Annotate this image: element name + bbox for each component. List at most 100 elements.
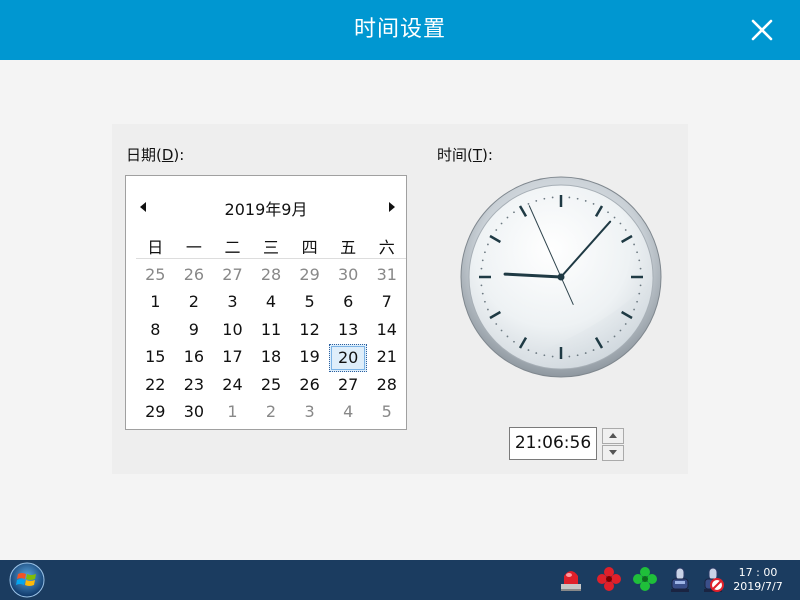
minute-tick (636, 300, 638, 303)
calendar-week-row: 1234567 (136, 289, 406, 316)
calendar-day[interactable]: 28 (252, 262, 291, 289)
calendar-day[interactable]: 1 (213, 399, 252, 426)
minute-tick (500, 222, 503, 225)
calendar-day[interactable]: 15 (136, 344, 175, 371)
calendar-day[interactable]: 29 (290, 262, 329, 289)
calendar-day[interactable]: 27 (213, 262, 252, 289)
calendar-day[interactable]: 23 (175, 372, 214, 399)
minute-tick (551, 355, 554, 358)
calendar-day[interactable]: 19 (290, 344, 329, 371)
calendar-day[interactable]: 2 (252, 399, 291, 426)
calendar-day[interactable]: 9 (175, 317, 214, 344)
minute-tick (527, 349, 530, 351)
calendar-day[interactable]: 14 (367, 317, 406, 344)
calendar-day[interactable]: 6 (329, 289, 368, 316)
calendar-week-row: 15 16 17 18 19 20 21 (136, 344, 406, 372)
calendar-day[interactable]: 4 (252, 289, 291, 316)
calendar-day[interactable]: 1 (136, 289, 175, 316)
weekday-label: 五 (340, 238, 357, 257)
calendar-week-row: 25 26 27 28 29 30 31 (136, 262, 406, 289)
minute-tick (480, 267, 483, 270)
calendar-day[interactable]: 7 (367, 289, 406, 316)
minute-tick (481, 292, 484, 295)
weekday-label: 三 (263, 238, 280, 257)
minute-tick (638, 259, 641, 262)
calendar-day[interactable]: 10 (213, 317, 252, 344)
arrow-up-icon (609, 433, 617, 438)
calendar-day[interactable]: 22 (136, 372, 175, 399)
calendar-day[interactable]: 25 (136, 262, 175, 289)
taskbar-date: 2019/7/7 (733, 580, 783, 593)
calendar-month-title[interactable]: 2019年9月 (126, 196, 406, 220)
minute-tick (506, 216, 509, 219)
calendar-day[interactable]: 24 (213, 372, 252, 399)
red-fan-icon[interactable] (596, 564, 622, 594)
calendar-day[interactable]: 31 (367, 262, 406, 289)
calendar-day[interactable]: 30 (175, 399, 214, 426)
windows-start-icon[interactable] (9, 562, 45, 598)
minute-tick (613, 216, 616, 219)
calendar-day[interactable]: 18 (252, 344, 291, 371)
calendar-day[interactable]: 5 (367, 399, 406, 426)
minute-tick (639, 267, 642, 270)
time-label: 时间(T): (437, 146, 493, 164)
minute-tick (584, 200, 587, 202)
next-month-icon[interactable] (384, 200, 398, 214)
alarm-light-icon[interactable] (558, 564, 584, 594)
robot-icon[interactable] (667, 564, 693, 594)
minute-tick (576, 197, 579, 200)
calendar-day[interactable]: 30 (329, 262, 368, 289)
calendar-day[interactable]: 26 (290, 372, 329, 399)
calendar-day[interactable]: 27 (329, 372, 368, 399)
minute-tick (535, 352, 538, 354)
minute-tick (576, 354, 579, 357)
minute-tick (607, 211, 609, 214)
calendar-day[interactable]: 13 (329, 317, 368, 344)
calendar-day[interactable]: 12 (290, 317, 329, 344)
calendar-day-grid: 25 26 27 28 29 30 31 1 2 3 4 5 6 7 8 9 10 11 12 13 14 15 16 17 1… (136, 262, 406, 426)
calendar-day-selected[interactable]: 20 (328, 344, 368, 372)
calendar-day[interactable]: 11 (252, 317, 291, 344)
title-bar: 时间设置 (0, 0, 800, 60)
spin-up-button[interactable] (602, 428, 624, 444)
calendar-day[interactable]: 5 (290, 289, 329, 316)
calendar-week-row: 8 9 10 11 12 13 14 (136, 317, 406, 344)
calendar-day[interactable]: 3 (290, 399, 329, 426)
calendar-week-row: 29 30 1 2 3 4 5 (136, 399, 406, 426)
calendar-day[interactable]: 21 (367, 344, 406, 371)
minute-tick (535, 200, 538, 202)
minute-tick (513, 340, 515, 343)
analog-clock (460, 176, 662, 378)
calendar-day[interactable]: 28 (367, 372, 406, 399)
minute-tick (500, 329, 503, 332)
calendar-day[interactable]: 26 (175, 262, 214, 289)
weekday-label: 一 (185, 238, 202, 257)
taskbar-clock[interactable]: 17 : 00 2019/7/7 (728, 566, 788, 594)
arrow-down-icon (609, 450, 617, 455)
time-spinner (602, 428, 624, 461)
minute-tick (584, 352, 587, 354)
calendar-day[interactable]: 8 (136, 317, 175, 344)
calendar-day[interactable]: 29 (136, 399, 175, 426)
minute-tick (639, 284, 642, 287)
minute-tick (568, 355, 571, 358)
minute-tick (607, 340, 609, 343)
minute-tick (592, 349, 595, 351)
close-icon[interactable] (750, 18, 774, 42)
calendar-day[interactable]: 16 (175, 344, 214, 371)
calendar-day[interactable]: 17 (213, 344, 252, 371)
calendar-day[interactable]: 2 (175, 289, 214, 316)
spin-down-button[interactable] (602, 445, 624, 461)
minute-tick (487, 308, 489, 311)
window-title: 时间设置 (353, 17, 446, 42)
robot-disabled-icon[interactable] (700, 564, 726, 594)
time-input[interactable]: 21:06:56 (509, 427, 597, 460)
calendar-day[interactable]: 25 (252, 372, 291, 399)
taskbar: 17 : 00 2019/7/7 (0, 560, 800, 600)
minute-tick (495, 229, 498, 231)
calendar-day[interactable]: 4 (329, 399, 368, 426)
minute-tick (543, 354, 546, 357)
green-fan-icon[interactable] (632, 564, 658, 594)
calendar-day[interactable]: 3 (213, 289, 252, 316)
minute-tick (633, 308, 635, 311)
